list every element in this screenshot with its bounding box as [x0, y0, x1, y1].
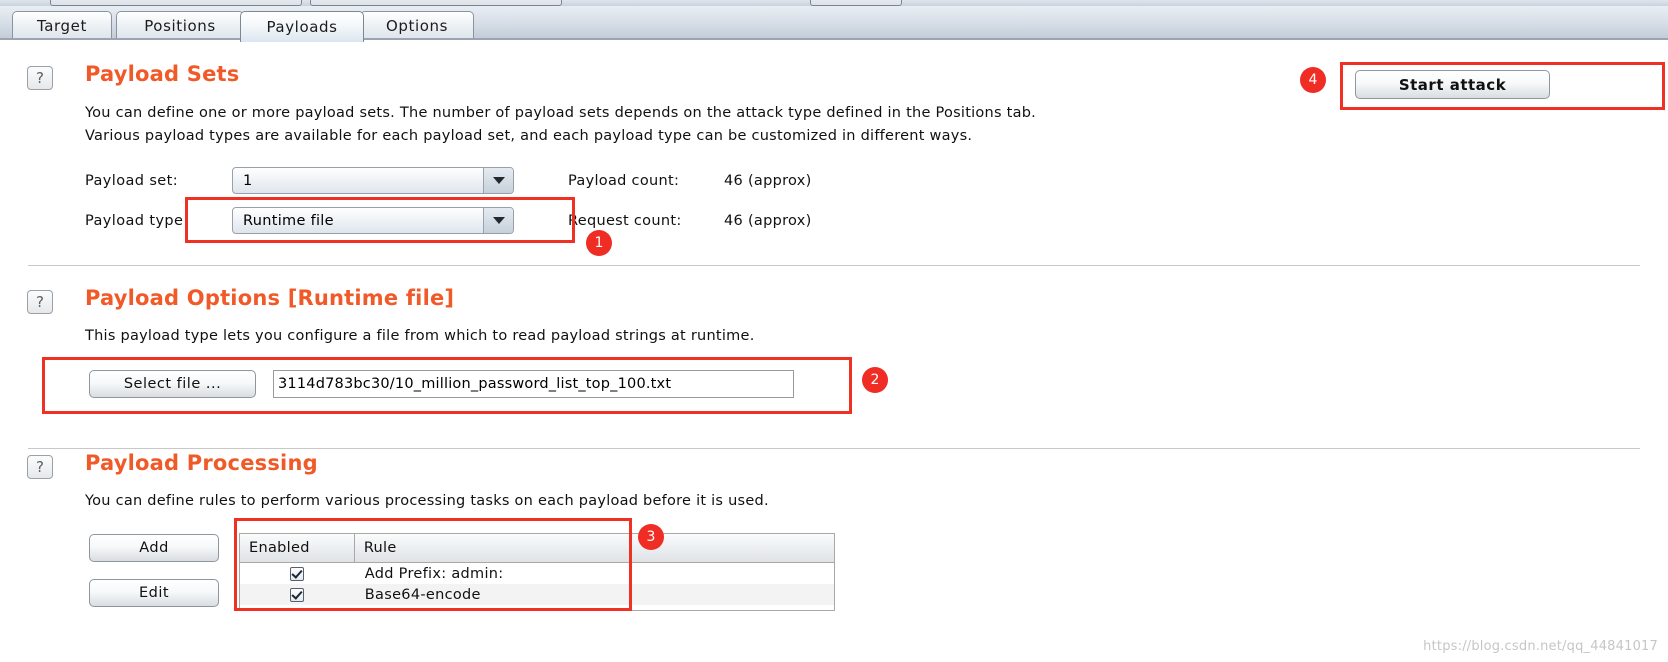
payload-file-path-input[interactable]: 3114d783bc30/10_million_password_list_to… — [273, 370, 794, 398]
annotation-badge-1: 1 — [586, 230, 612, 256]
help-icon-payload-options[interactable]: ? — [27, 290, 53, 314]
payload-count-value: 46 (approx) — [724, 173, 812, 189]
table-header-rule[interactable]: Rule — [355, 534, 834, 562]
rule-text: Add Prefix: admin: — [364, 565, 504, 582]
checkbox-checked-icon[interactable] — [290, 587, 305, 602]
edit-rule-button[interactable]: Edit — [89, 579, 219, 607]
payload-set-dropdown[interactable]: 1 — [232, 167, 514, 194]
rule-enabled-checkbox[interactable] — [240, 566, 355, 581]
tab-target[interactable]: Target — [12, 11, 112, 39]
table-row[interactable]: Add Prefix: admin: — [240, 563, 834, 584]
help-icon-payload-sets[interactable]: ? — [27, 66, 53, 90]
table-header-row: Enabled Rule — [240, 534, 834, 563]
payload-sets-description-line1: You can define one or more payload sets.… — [85, 105, 1037, 121]
rule-text: Base64-encode — [364, 586, 481, 603]
intruder-tab-bar: Target Positions Payloads Options — [0, 6, 1668, 42]
chevron-down-icon[interactable] — [483, 208, 513, 233]
help-icon-payload-processing[interactable]: ? — [27, 455, 53, 479]
table-header-enabled[interactable]: Enabled — [240, 534, 355, 562]
select-file-button[interactable]: Select file ... — [89, 370, 256, 398]
payload-options-description: This payload type lets you configure a f… — [85, 328, 755, 344]
payload-sets-title: Payload Sets — [85, 62, 240, 86]
annotation-badge-3: 3 — [638, 524, 664, 550]
payload-type-value: Runtime file — [243, 212, 334, 229]
watermark-text: https://blog.csdn.net/qq_44841017 — [1423, 639, 1658, 654]
chevron-down-icon[interactable] — [483, 168, 513, 193]
annotation-badge-2: 2 — [862, 367, 888, 393]
tab-positions[interactable]: Positions — [116, 11, 244, 39]
rule-enabled-checkbox[interactable] — [240, 587, 355, 602]
payload-set-value: 1 — [243, 172, 253, 189]
checkbox-checked-icon[interactable] — [290, 566, 305, 581]
table-row[interactable]: Base64-encode — [240, 584, 834, 605]
section-divider-2 — [28, 448, 1640, 449]
start-attack-button[interactable]: Start attack — [1355, 70, 1550, 99]
tab-payloads[interactable]: Payloads — [240, 11, 364, 42]
payload-options-title: Payload Options [Runtime file] — [85, 286, 455, 310]
request-count-value: 46 (approx) — [724, 213, 812, 229]
annotation-badge-4: 4 — [1300, 67, 1326, 93]
payload-type-dropdown[interactable]: Runtime file — [232, 207, 514, 234]
payload-type-label: Payload type: — [85, 213, 189, 229]
payload-sets-description-line2: Various payload types are available for … — [85, 128, 973, 144]
payload-processing-title: Payload Processing — [85, 451, 318, 475]
tab-options[interactable]: Options — [360, 11, 474, 39]
request-count-label: Request count: — [568, 213, 682, 229]
payload-set-label: Payload set: — [85, 173, 179, 189]
section-divider-1 — [28, 265, 1640, 266]
payload-processing-description: You can define rules to perform various … — [85, 493, 769, 509]
add-rule-button[interactable]: Add — [89, 534, 219, 562]
payload-count-label: Payload count: — [568, 173, 680, 189]
payload-processing-rules-table: Enabled Rule Add Prefix: admin: Base64-e… — [239, 533, 835, 611]
